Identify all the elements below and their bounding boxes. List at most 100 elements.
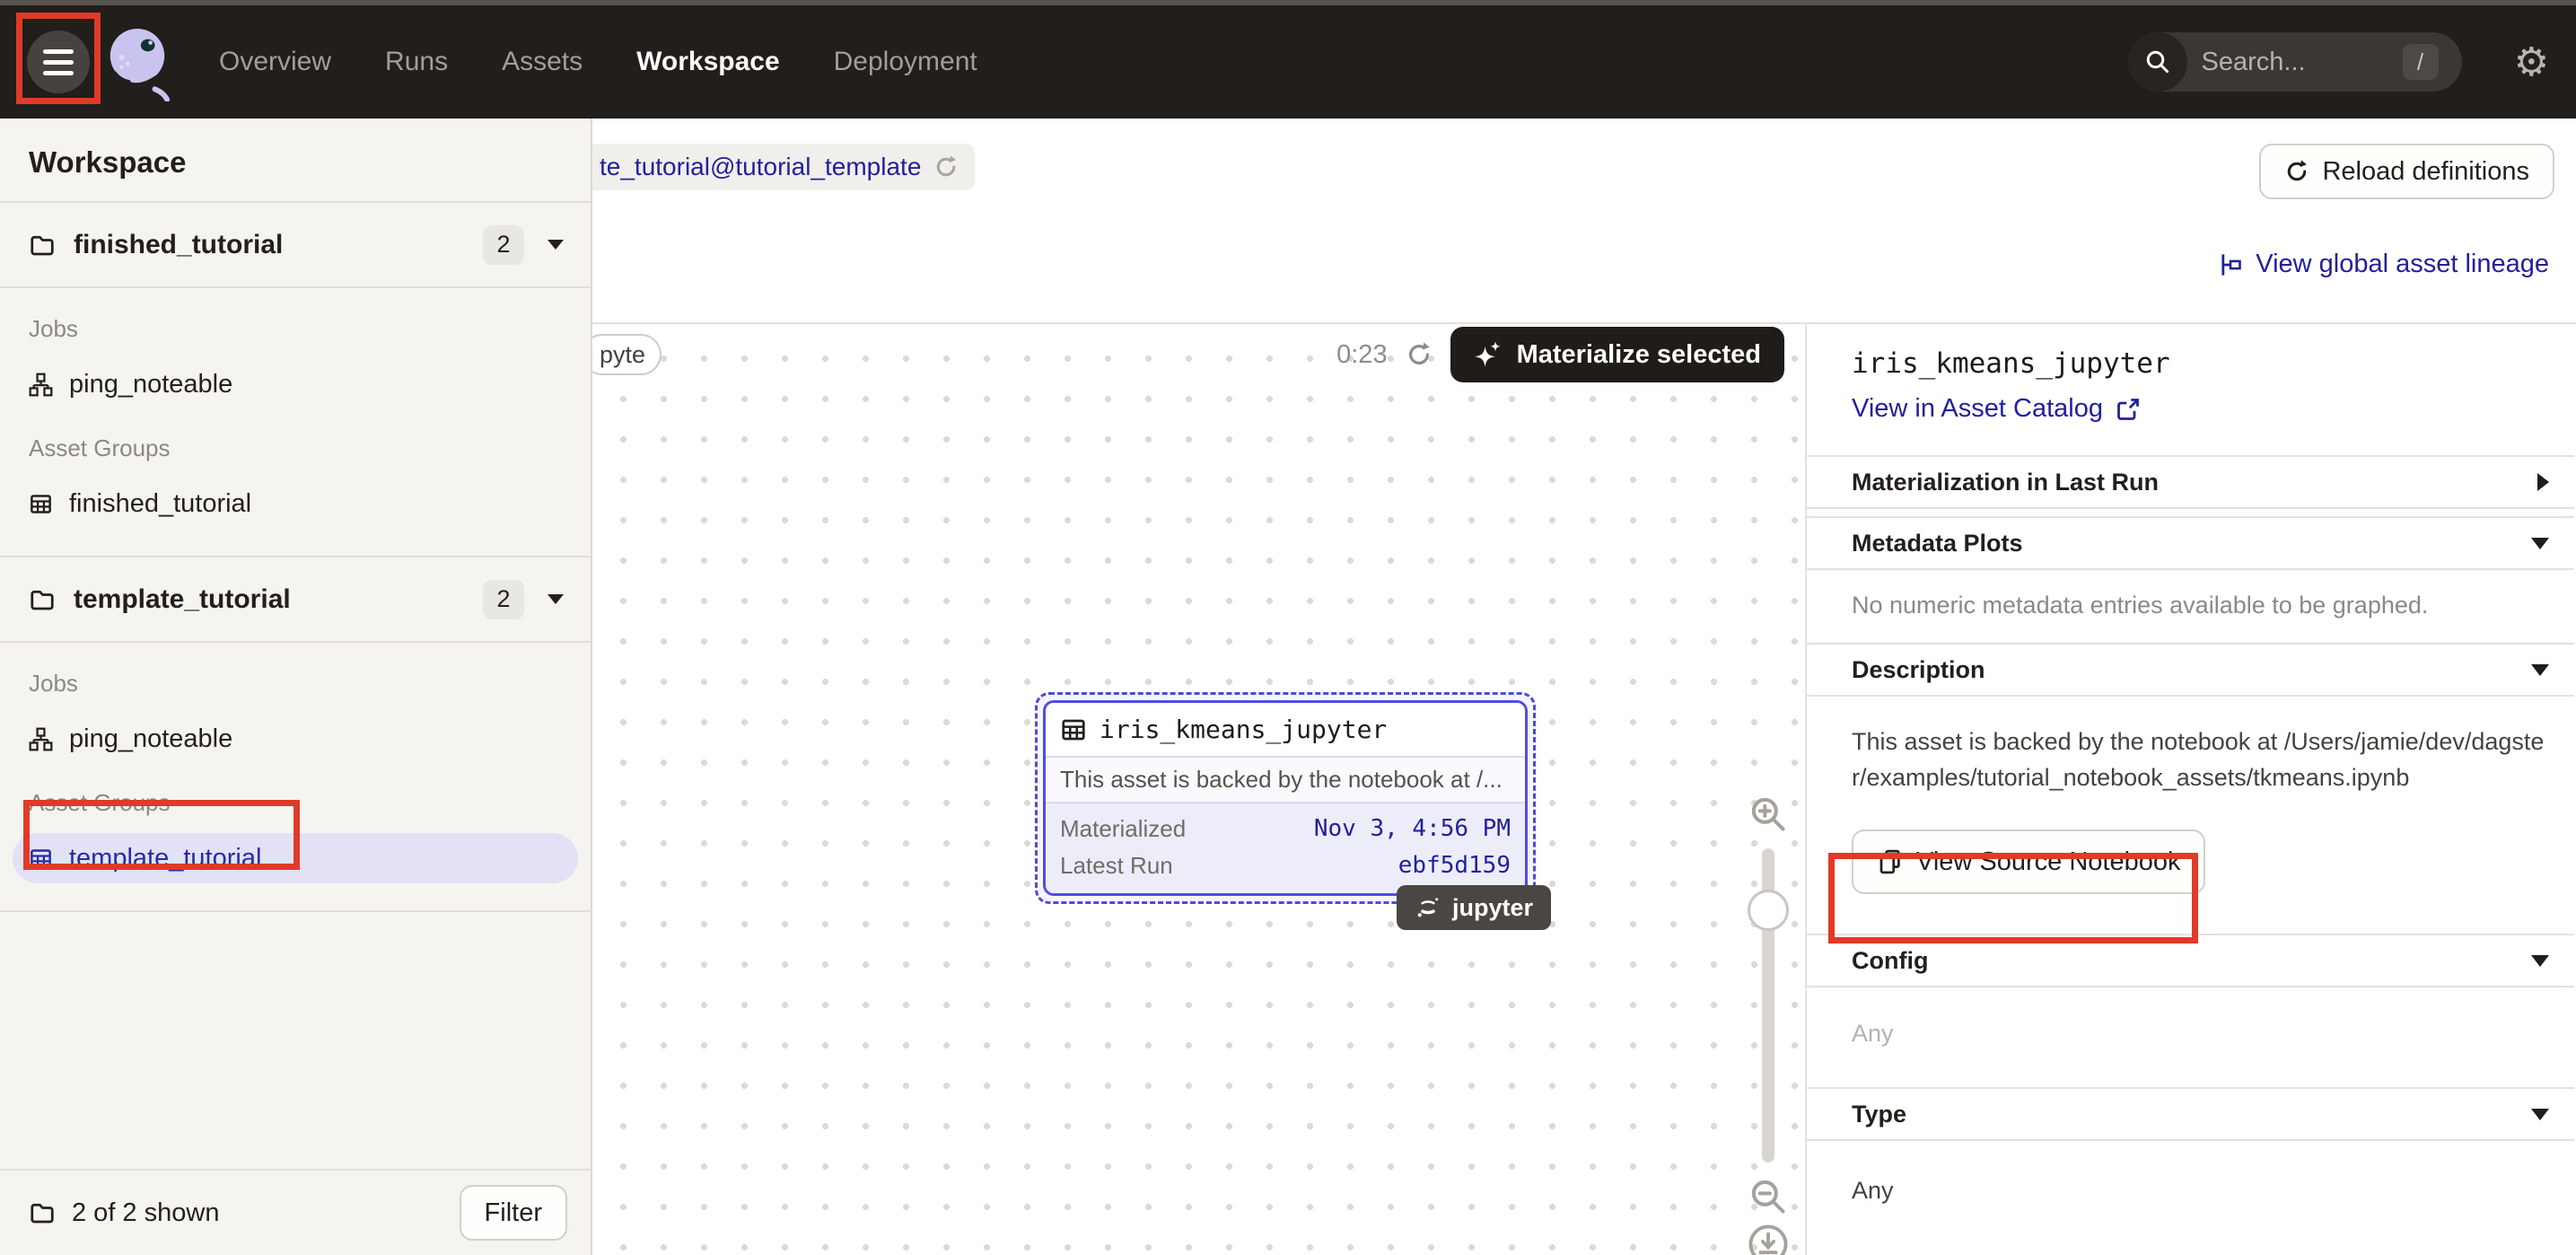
refresh-icon [2284, 159, 2309, 184]
repo-section-template-tutorial[interactable]: template_tutorial 2 [0, 557, 591, 643]
view-source-notebook-label: View Source Notebook [1916, 847, 2180, 877]
type-value: Any [1852, 1141, 2538, 1223]
asset-node-description: This asset is backed by the notebook at … [1046, 758, 1525, 803]
metadata-empty-state-text: No numeric metadata entries available to… [1852, 570, 2538, 643]
jupyter-tag[interactable]: jupyter [1397, 885, 1551, 930]
zoom-in-icon[interactable] [1748, 794, 1788, 834]
chevron-down-icon [2531, 664, 2549, 676]
hamburger-menu-button[interactable] [27, 31, 90, 93]
slash-shortcut-badge: / [2403, 44, 2439, 80]
job-item-label: ping_noteable [69, 370, 232, 399]
repo-section-finished-tutorial[interactable]: finished_tutorial 2 [0, 203, 591, 288]
section-label: Metadata Plots [1852, 530, 2023, 557]
section-header-metadata-plots[interactable]: Metadata Plots [1807, 516, 2574, 570]
view-in-asset-catalog-label: View in Asset Catalog [1852, 394, 2103, 424]
latest-run-value[interactable]: ebf5d159 [1398, 852, 1511, 880]
jupyter-tag-label: jupyter [1452, 894, 1533, 922]
repo-location-label: te_tutorial@tutorial_template [600, 153, 921, 181]
download-graph-icon[interactable] [1748, 1224, 1789, 1255]
job-icon [29, 727, 53, 751]
chevron-down-icon [2531, 1109, 2549, 1120]
dagster-logo-icon [102, 22, 172, 101]
nav-item-runs[interactable]: Runs [385, 47, 448, 77]
repo-name: template_tutorial [74, 584, 291, 615]
section-header-description[interactable]: Description [1807, 643, 2574, 697]
folder-icon [29, 1199, 56, 1226]
asset-group-item-finished-tutorial[interactable]: finished_tutorial [13, 478, 578, 529]
section-header-materialization-in-last-run[interactable]: Materialization in Last Run [1807, 455, 2574, 509]
clipped-jupyter-filter-tag[interactable]: pyte [592, 334, 662, 375]
reload-definitions-label: Reload definitions [2322, 157, 2529, 187]
asset-groups-label: Asset Groups [29, 789, 578, 817]
asset-group-icon [29, 847, 53, 871]
asset-detail-panel: iris_kmeans_jupyter View in Asset Catalo… [1807, 324, 2574, 1255]
view-global-asset-lineage-link[interactable]: View global asset lineage [2218, 250, 2549, 279]
nav-item-overview[interactable]: Overview [219, 47, 331, 77]
nav-item-workspace[interactable]: Workspace [636, 47, 780, 77]
chevron-down-icon[interactable] [548, 240, 564, 250]
repo-count-badge: 2 [483, 225, 524, 265]
materialized-row: Materialized Nov 3, 4:56 PM [1046, 811, 1525, 847]
sidebar-footer: 2 of 2 shown Filter [0, 1169, 591, 1255]
materialize-selected-button[interactable]: Materialize selected [1450, 327, 1784, 382]
asset-group-item-label: finished_tutorial [69, 489, 251, 519]
section-header-config[interactable]: Config [1807, 934, 2574, 987]
job-icon [29, 373, 53, 397]
asset-node-stats: Materialized Nov 3, 4:56 PM Latest Run e… [1046, 803, 1525, 893]
asset-node-iris-kmeans-jupyter[interactable]: iris_kmeans_jupyter This asset is backed… [1035, 692, 1536, 904]
asset-group-icon [29, 492, 53, 516]
asset-node-title: iris_kmeans_jupyter [1100, 715, 1387, 744]
zoom-slider-handle[interactable] [1748, 890, 1789, 931]
repo-contents-template-tutorial: Jobs ping_noteable Asset Groups template… [0, 643, 591, 912]
lineage-icon [2218, 252, 2243, 277]
description-text: This asset is backed by the notebook at … [1852, 697, 2547, 795]
section-label: Config [1852, 947, 1928, 975]
main-content: te_tutorial@tutorial_template Reload def… [592, 118, 2576, 1255]
nav-item-deployment[interactable]: Deployment [834, 47, 977, 77]
reload-definitions-button[interactable]: Reload definitions [2259, 144, 2554, 199]
section-label: Description [1852, 656, 1985, 684]
latest-run-label: Latest Run [1060, 852, 1173, 880]
graph-zoom-controls [1743, 791, 1793, 1255]
repo-location-tag[interactable]: te_tutorial@tutorial_template [592, 144, 975, 190]
repo-contents-finished-tutorial: Jobs ping_noteable Asset Groups finished… [0, 288, 591, 557]
config-value: Any [1852, 987, 2538, 1087]
repo-count-badge: 2 [483, 580, 524, 619]
section-header-type[interactable]: Type [1807, 1087, 2574, 1141]
asset-graph-canvas[interactable]: pyte 0:23 Materialize selected iris_kmea… [592, 324, 1807, 1255]
search-input[interactable] [2202, 48, 2363, 77]
view-source-notebook-button[interactable]: View Source Notebook [1852, 829, 2205, 894]
search-box[interactable]: / [2128, 32, 2462, 92]
folder-icon [29, 232, 56, 259]
shown-count: 2 of 2 shown [72, 1198, 219, 1228]
chevron-down-icon[interactable] [548, 594, 564, 604]
external-link-icon [2116, 397, 2141, 422]
sparkle-icon [1474, 340, 1503, 369]
jobs-label: Jobs [29, 315, 578, 343]
refresh-icon[interactable] [1406, 341, 1433, 368]
refresh-icon[interactable] [933, 154, 959, 180]
job-item-label: ping_noteable [69, 724, 232, 754]
materialized-value[interactable]: Nov 3, 4:56 PM [1314, 815, 1511, 843]
sidebar-title: Workspace [0, 118, 591, 203]
view-in-asset-catalog-link[interactable]: View in Asset Catalog [1852, 394, 2141, 424]
zoom-out-icon[interactable] [1748, 1177, 1788, 1216]
panel-title: iris_kmeans_jupyter [1852, 347, 2553, 380]
job-item-ping-noteable[interactable]: ping_noteable [13, 714, 578, 764]
copy-icon [1877, 848, 1904, 875]
graph-refresh-timer: 0:23 [1336, 340, 1387, 370]
search-icon [2128, 32, 2187, 92]
asset-group-item-template-tutorial[interactable]: template_tutorial [13, 833, 578, 883]
materialize-selected-label: Materialize selected [1517, 340, 1761, 370]
jobs-label: Jobs [29, 670, 578, 698]
filter-button[interactable]: Filter [460, 1185, 567, 1241]
gear-icon[interactable]: ⚙ [2514, 39, 2549, 85]
asset-groups-label: Asset Groups [29, 434, 578, 462]
materialized-label: Materialized [1060, 815, 1186, 843]
folder-icon [29, 586, 56, 613]
chevron-right-icon [2537, 473, 2549, 491]
zoom-slider[interactable] [1762, 848, 1774, 1163]
job-item-ping-noteable[interactable]: ping_noteable [13, 359, 578, 409]
chevron-down-icon [2531, 538, 2549, 549]
nav-item-assets[interactable]: Assets [502, 47, 583, 77]
